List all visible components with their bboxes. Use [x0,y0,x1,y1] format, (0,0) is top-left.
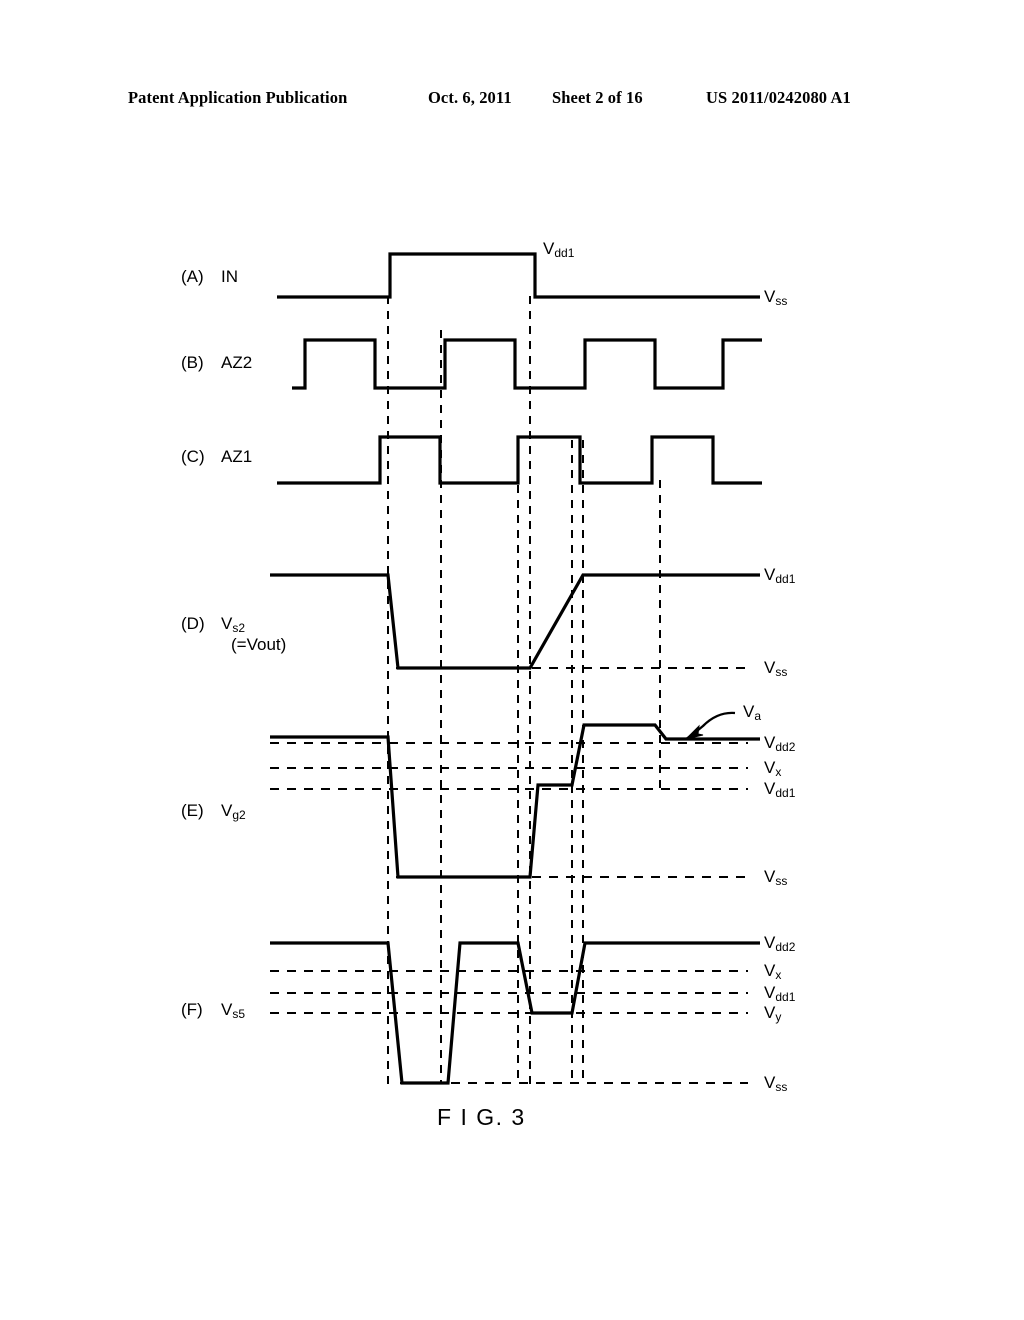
row-name-c: AZ1 [221,447,253,466]
level-label-f-vdd2-sub: dd2 [775,940,796,954]
va-callout-arrow [684,711,736,740]
level-label-in-vdd1: Vdd1 [543,239,575,260]
level-label-e-va-sub: a [754,709,762,723]
level-label-f-vss: Vss [764,1073,788,1094]
level-label-a-vss-base: V [764,287,776,306]
row-tag-f: (F) [181,1000,203,1019]
row-tag-d: (D) [181,614,205,633]
row-label-f: (F) Vs5 [181,1000,246,1021]
waveform-vg2 [270,723,760,879]
level-label-e-vdd2-base: V [764,733,776,752]
level-label-e-vss-base: V [764,867,776,886]
level-label-e-vdd2-sub: dd2 [775,740,796,754]
row-name-e-sub: g2 [232,808,246,822]
level-label-e-vx-base: V [764,758,776,777]
row-name-f-sub: s5 [232,1007,246,1021]
level-label-f-vdd1-base: V [764,983,776,1002]
row-tag-e: (E) [181,801,204,820]
row-name-b: AZ2 [221,353,253,372]
level-label-f-vy-sub: y [775,1010,782,1024]
row-tag-c: (C) [181,447,205,466]
level-label-d-vss-base: V [764,658,776,677]
row-name-d: V [221,614,233,633]
row-name-d-sub: s2 [232,621,246,635]
row-label-e: (E) Vg2 [181,801,246,822]
row-label-b: (B) AZ2 [181,353,252,373]
row-name-e: V [221,801,233,820]
level-label-e-vss: Vss [764,867,788,888]
waveform-vs2 [270,573,760,670]
level-label-f-vy: Vy [764,1003,782,1024]
level-label-e-vx: Vx [764,758,782,779]
level-label-in-vdd1-base: V [543,239,555,258]
level-label-in-vdd1-sub: dd1 [554,246,575,260]
level-label-f-vx-sub: x [775,968,782,982]
level-label-f-vdd1-sub: dd1 [775,990,796,1004]
level-label-f-vdd1: Vdd1 [764,983,796,1004]
level-label-e-vdd2: Vdd2 [764,733,796,754]
figure-caption: F I G. 3 [437,1104,526,1130]
row-tag-a: (A) [181,267,204,286]
row-tag-b: (B) [181,353,204,372]
level-label-f-vy-base: V [764,1003,776,1022]
level-label-d-vdd1-base: V [764,565,776,584]
row-label-d: (D) Vs2 (=Vout) [181,614,286,654]
level-label-f-vx: Vx [764,961,782,982]
level-label-d-vdd1: Vdd1 [764,565,796,586]
level-label-a-vss: Vss [764,287,788,308]
level-label-a-vss-sub: ss [775,294,788,308]
level-label-f-vdd2-base: V [764,933,776,952]
level-label-d-vdd1-sub: dd1 [775,572,796,586]
level-label-e-vdd1-base: V [764,779,776,798]
level-label-e-vss-sub: ss [775,874,788,888]
row-label-a: (A) IN [181,267,238,287]
row-name-a: IN [221,267,238,286]
level-label-e-vdd1: Vdd1 [764,779,796,800]
row-label-c: (C) AZ1 [181,447,252,467]
level-label-e-va: Va [743,702,762,723]
waveform-az1 [277,435,762,485]
level-label-f-vx-base: V [764,961,776,980]
level-label-e-vx-sub: x [775,765,782,779]
timing-diagram-figure: (A) IN (B) AZ2 (C) AZ1 (D) Vs2 (=Vout) (E) Vg… [0,0,1024,1320]
level-label-e-vdd1-sub: dd1 [775,786,796,800]
level-label-d-vss-sub: ss [775,665,788,679]
waveform-az2 [292,338,762,390]
row-name-f: V [221,1000,233,1019]
level-label-f-vss-sub: ss [775,1080,788,1094]
level-label-f-vss-base: V [764,1073,776,1092]
waveform-in [277,252,760,299]
level-label-e-va-base: V [743,702,755,721]
row-name-d-subline: (=Vout) [231,634,287,654]
level-label-d-vss: Vss [764,658,788,679]
level-label-f-vdd2: Vdd2 [764,933,796,954]
